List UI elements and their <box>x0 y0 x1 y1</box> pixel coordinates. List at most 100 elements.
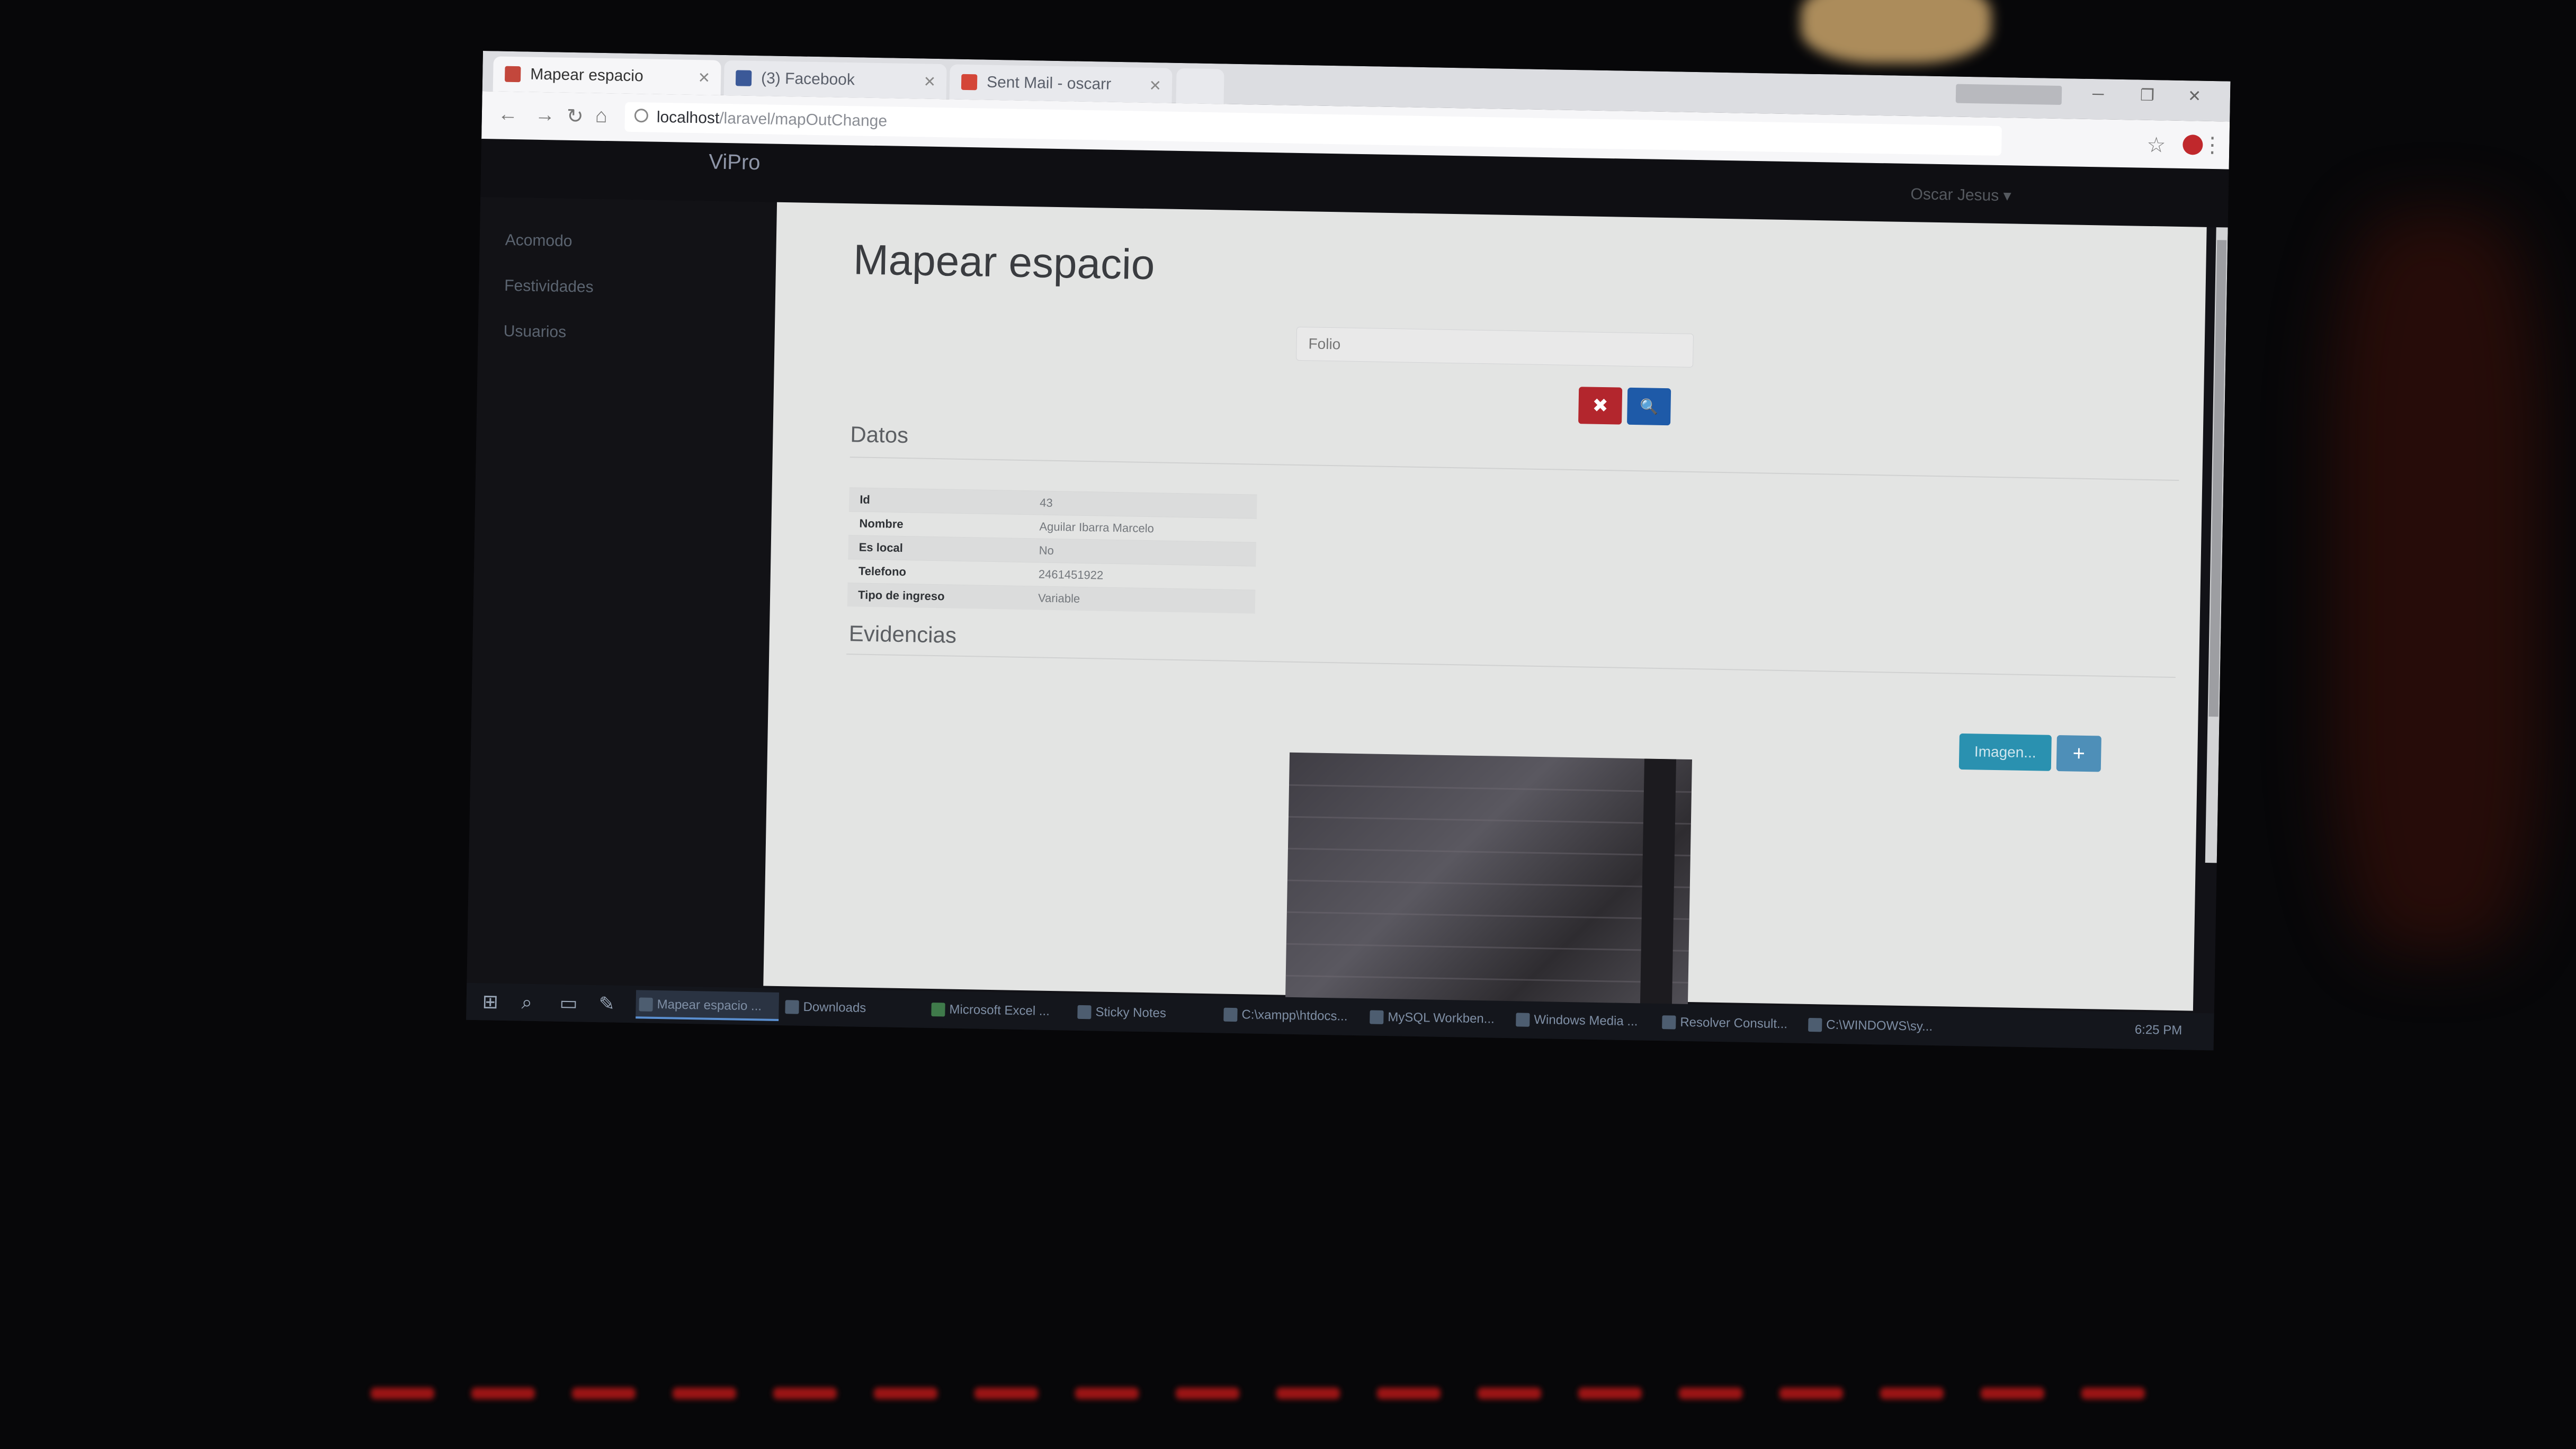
windows-start-icon[interactable]: ⊞ <box>482 990 498 1013</box>
extension-icon[interactable] <box>2183 135 2203 155</box>
field-value: Aguilar Ibarra Marcelo <box>1028 514 1257 543</box>
close-icon[interactable]: ✕ <box>697 69 710 86</box>
plus-icon: + <box>2072 741 2086 765</box>
keyboard-key <box>1578 1388 1642 1399</box>
taskbar-item-cmd[interactable]: C:\WINDOWS\sy... <box>1805 1010 1948 1042</box>
photo-texture <box>1286 943 1689 952</box>
keyboard-key <box>773 1388 837 1399</box>
taskbar-label: Microsoft Excel ... <box>949 1002 1050 1018</box>
close-icon[interactable]: ✕ <box>923 73 936 90</box>
field-value: Variable <box>1027 586 1256 614</box>
laptop-screen: Mapear espacio ✕ (3) Facebook ✕ Sent Mai… <box>466 51 2231 1051</box>
photo-texture <box>1285 974 1688 983</box>
reload-icon[interactable]: ↻ <box>566 104 584 129</box>
media-player-icon <box>1516 1013 1530 1027</box>
taskbar-label: Sticky Notes <box>1095 1005 1167 1021</box>
keyboard-key <box>1176 1388 1239 1399</box>
taskbar-label: Downloads <box>803 999 866 1015</box>
divider <box>849 457 2179 481</box>
taskbar-item-downloads[interactable]: Downloads <box>782 992 925 1024</box>
keyboard-key <box>2081 1388 2145 1399</box>
sidebar: Acomodo Festividades Usuarios <box>466 196 777 1028</box>
keyboard-key <box>673 1388 736 1399</box>
keyboard-key <box>874 1388 937 1399</box>
add-evidence-button[interactable]: + <box>2056 735 2101 772</box>
datos-heading: Datos <box>850 422 909 448</box>
person-icon <box>1662 1015 1676 1030</box>
tab-label: Mapear espacio <box>530 65 643 85</box>
taskbar-item-mysql[interactable]: MySQL Workben... <box>1366 1003 1510 1034</box>
keyboard-key <box>1679 1388 1742 1399</box>
folder-icon <box>1223 1007 1238 1022</box>
close-window-icon[interactable]: ✕ <box>2188 87 2202 105</box>
keyboard-key <box>1276 1388 1340 1399</box>
photo-texture <box>1640 758 1677 1024</box>
keyboard-key <box>371 1388 434 1399</box>
tab-label: Sent Mail - oscarr <box>986 73 1112 93</box>
sidebar-item-festividades[interactable]: Festividades <box>504 277 594 297</box>
sidebar-item-acomodo[interactable]: Acomodo <box>505 231 572 251</box>
keyboard-key <box>471 1388 535 1399</box>
ceiling-lamp-glow <box>1801 0 1991 64</box>
info-icon <box>634 109 649 123</box>
tab-mapear-espacio[interactable]: Mapear espacio ✕ <box>493 56 721 95</box>
taskbar-label: Windows Media ... <box>1534 1012 1638 1029</box>
profile-chip[interactable] <box>1955 84 2062 105</box>
taskbar-item-resolver[interactable]: Resolver Consult... <box>1659 1008 1802 1039</box>
taskbar-item-media-player[interactable]: Windows Media ... <box>1513 1005 1656 1036</box>
field-key: Tipo de ingreso <box>847 583 1028 610</box>
url-path: /laravel/mapOutChange <box>719 109 888 130</box>
excel-icon <box>931 1003 945 1017</box>
sidebar-item-usuarios[interactable]: Usuarios <box>503 323 566 342</box>
keyboard-key <box>1478 1388 1541 1399</box>
field-value: 43 <box>1028 490 1257 519</box>
forward-arrow-icon[interactable]: → <box>535 104 556 127</box>
home-icon[interactable]: ⌂ <box>595 105 608 128</box>
user-menu[interactable]: Oscar Jesus ▾ <box>1910 185 2011 205</box>
taskbar-label: C:\WINDOWS\sy... <box>1826 1017 1933 1034</box>
folio-input[interactable] <box>1296 326 1694 368</box>
new-tab-button[interactable] <box>1176 68 1224 104</box>
bookmark-star-icon[interactable]: ☆ <box>2146 133 2166 158</box>
search-button[interactable]: 🔍 <box>1627 387 1671 426</box>
close-icon[interactable]: ✕ <box>1149 76 1161 94</box>
field-key: Id <box>848 487 1030 515</box>
upload-image-button[interactable]: Imagen... <box>1958 733 2052 771</box>
keyboard-key <box>1981 1388 2044 1399</box>
keyboard-key <box>974 1388 1038 1399</box>
evidence-photo[interactable] <box>1285 752 1692 1024</box>
chrome-icon <box>639 997 653 1012</box>
field-value: No <box>1028 538 1257 567</box>
taskbar-item-xampp-folder[interactable]: C:\xampp\htdocs... <box>1220 1000 1364 1032</box>
task-view-icon[interactable]: ▭ <box>559 992 578 1015</box>
field-key: Es local <box>848 535 1029 562</box>
minimize-icon[interactable]: ─ <box>2092 85 2104 103</box>
menu-kebab-icon[interactable]: ⋮ <box>2202 133 2223 158</box>
tab-facebook[interactable]: (3) Facebook ✕ <box>723 60 947 100</box>
field-key: Telefono <box>847 559 1028 586</box>
brand-logo[interactable]: ViPro <box>709 150 761 175</box>
clear-button[interactable]: ✖ <box>1578 387 1623 425</box>
taskbar-label: Resolver Consult... <box>1680 1015 1788 1032</box>
field-value: 2461451922 <box>1027 562 1256 591</box>
folder-icon <box>785 1000 799 1014</box>
search-icon[interactable]: ⌕ <box>521 991 532 1014</box>
clear-icon: ✖ <box>1592 394 1609 417</box>
taskbar-clock[interactable]: 6:25 PM <box>2135 1023 2183 1039</box>
keyboard-key <box>572 1388 636 1399</box>
gmail-icon <box>961 74 978 91</box>
back-arrow-icon[interactable]: ← <box>498 103 518 127</box>
maximize-icon[interactable]: ❐ <box>2140 86 2155 105</box>
taskbar-item-sticky-notes[interactable]: Sticky Notes <box>1074 998 1218 1029</box>
url-host: localhost <box>656 108 720 127</box>
taskbar-label: Mapear espacio ... <box>657 997 762 1014</box>
search-icon: 🔍 <box>1639 398 1659 415</box>
taskbar-label: MySQL Workben... <box>1388 1010 1495 1026</box>
tab-gmail[interactable]: Sent Mail - oscarr ✕ <box>949 64 1173 103</box>
divider <box>846 654 2176 678</box>
taskbar-item-excel[interactable]: Microsoft Excel ... <box>928 995 1071 1026</box>
taskbar-item-chrome[interactable]: Mapear espacio ... <box>636 990 780 1022</box>
pen-icon[interactable]: ✎ <box>598 992 615 1015</box>
keyboard-key <box>1075 1388 1139 1399</box>
ambient-red-glow <box>2330 212 2542 953</box>
